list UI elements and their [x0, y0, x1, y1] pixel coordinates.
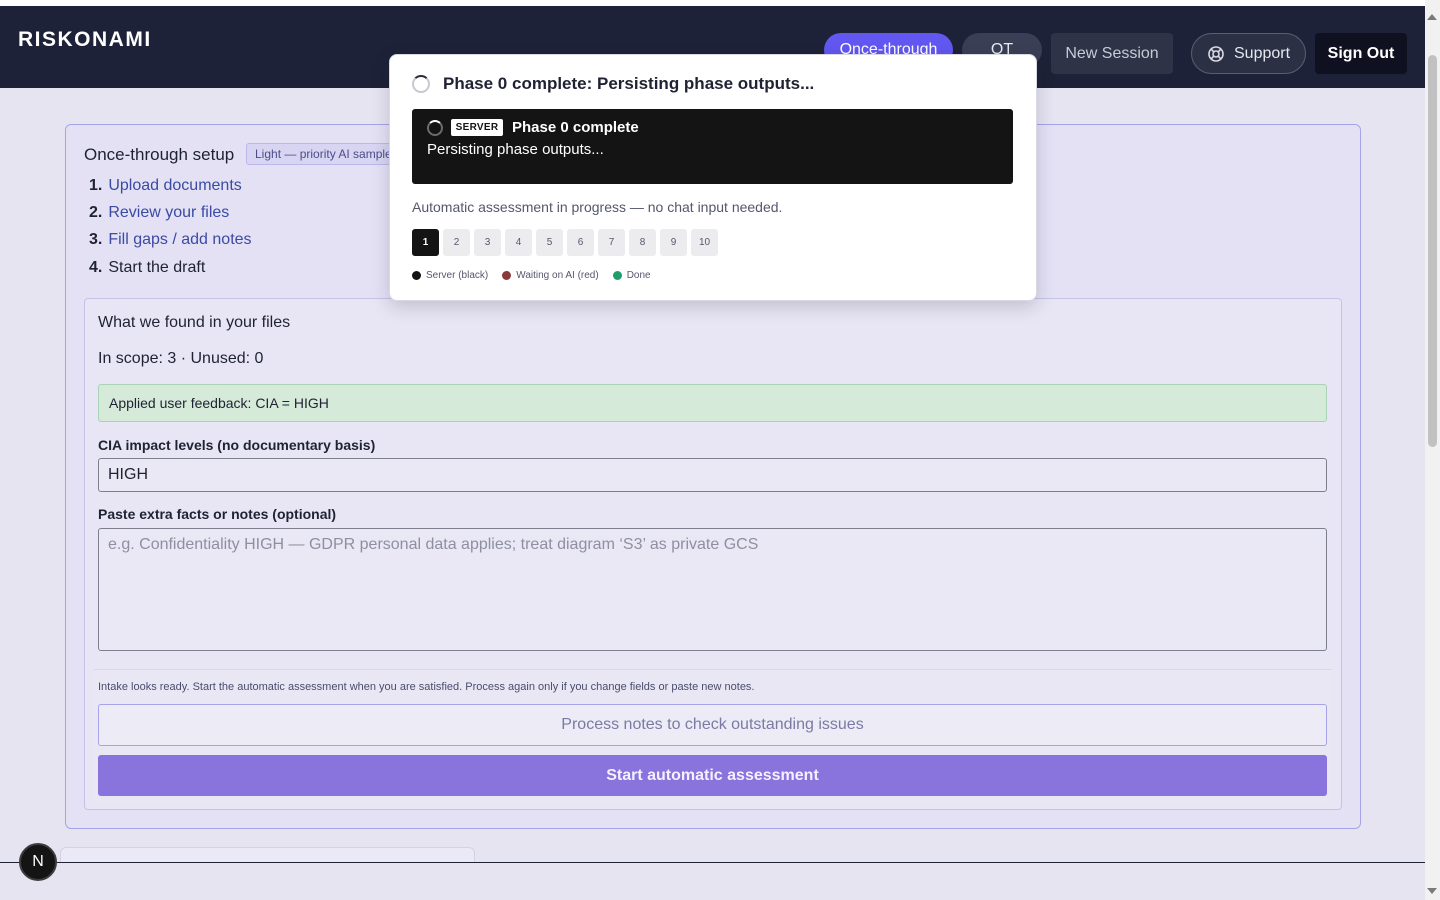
nextjs-badge[interactable]: N	[19, 843, 57, 881]
scroll-down-icon[interactable]	[1427, 888, 1437, 894]
legend-dot-icon	[502, 271, 512, 280]
process-notes-button[interactable]: Process notes to check outstanding issue…	[98, 704, 1327, 746]
support-button[interactable]: Support	[1191, 33, 1306, 74]
step-link[interactable]: Review your files	[108, 204, 229, 221]
notes-textarea[interactable]	[98, 528, 1327, 651]
legend-item: Server (black)	[412, 270, 488, 281]
server-spinner-icon	[427, 120, 443, 136]
popup-title: Phase 0 complete: Persisting phase outpu…	[443, 74, 815, 93]
step-review-files[interactable]: 2. Review your files	[89, 204, 229, 222]
status-legend: Server (black) Waiting on AI (red) Done	[412, 270, 651, 281]
server-status-detail: Persisting phase outputs...	[427, 141, 604, 158]
collapsed-panel	[60, 847, 475, 863]
support-label: Support	[1234, 45, 1291, 62]
setup-title: Once-through setup	[84, 145, 235, 164]
start-assessment-button[interactable]: Start automatic assessment	[98, 755, 1327, 796]
step-start-draft: 4. Start the draft	[89, 259, 205, 277]
legend-dot-icon	[412, 271, 421, 280]
step-fill-gaps[interactable]: 3. Fill gaps / add notes	[89, 231, 252, 249]
phase-step: 4	[505, 229, 532, 256]
phase-step: 6	[567, 229, 594, 256]
scrollbar-thumb[interactable]	[1428, 55, 1437, 447]
phase-step: 1	[412, 229, 439, 256]
server-tag: SERVER	[451, 119, 503, 136]
legend-item: Waiting on AI (red)	[502, 270, 599, 281]
ready-hint: Intake looks ready. Start the automatic …	[98, 681, 755, 693]
step-link[interactable]: Upload documents	[108, 177, 241, 194]
cia-label: CIA impact levels (no documentary basis)	[98, 437, 376, 453]
phase-step: 8	[629, 229, 656, 256]
legend-label: Done	[626, 270, 651, 281]
spinner-icon	[412, 75, 430, 93]
phase-step: 5	[536, 229, 563, 256]
phase-step: 9	[660, 229, 687, 256]
feedback-banner: Applied user feedback: CIA = HIGH	[98, 384, 1327, 422]
bottom-divider	[0, 862, 1425, 863]
scope-summary: In scope: 3 · Unused: 0	[98, 350, 264, 367]
step-number: 4.	[89, 259, 103, 276]
sign-out-button[interactable]: Sign Out	[1315, 33, 1407, 74]
notes-label: Paste extra facts or notes (optional)	[98, 506, 337, 522]
legend-label: Server (black)	[426, 270, 489, 281]
step-link[interactable]: Fill gaps / add notes	[108, 231, 251, 248]
auto-assessment-note: Automatic assessment in progress — no ch…	[412, 199, 783, 215]
support-icon	[1208, 46, 1224, 62]
brand-logo[interactable]: RISKONAMI	[18, 28, 152, 52]
legend-dot-icon	[612, 271, 622, 280]
new-session-button[interactable]: New Session	[1051, 33, 1173, 74]
phase-step: 2	[443, 229, 470, 256]
legend-item: Done	[612, 270, 651, 281]
setup-badge: Light — priority AI sample	[246, 143, 396, 165]
step-number: 3.	[89, 231, 103, 248]
cia-impact-input[interactable]	[98, 458, 1327, 492]
legend-label: Waiting on AI (red)	[516, 270, 599, 281]
server-status-title: Phase 0 complete	[512, 119, 639, 136]
scroll-up-icon[interactable]	[1427, 14, 1437, 20]
phase-step: 7	[598, 229, 625, 256]
step-current-label: Start the draft	[108, 259, 206, 276]
found-title: What we found in your files	[98, 314, 291, 331]
phase-indicator: 1 2 3 4 5 6 7 8 9 10	[412, 229, 718, 256]
phase-step: 3	[474, 229, 501, 256]
phase-step: 10	[691, 229, 718, 256]
step-number: 2.	[89, 204, 103, 221]
step-number: 1.	[89, 177, 103, 194]
step-upload-documents[interactable]: 1. Upload documents	[89, 177, 242, 195]
